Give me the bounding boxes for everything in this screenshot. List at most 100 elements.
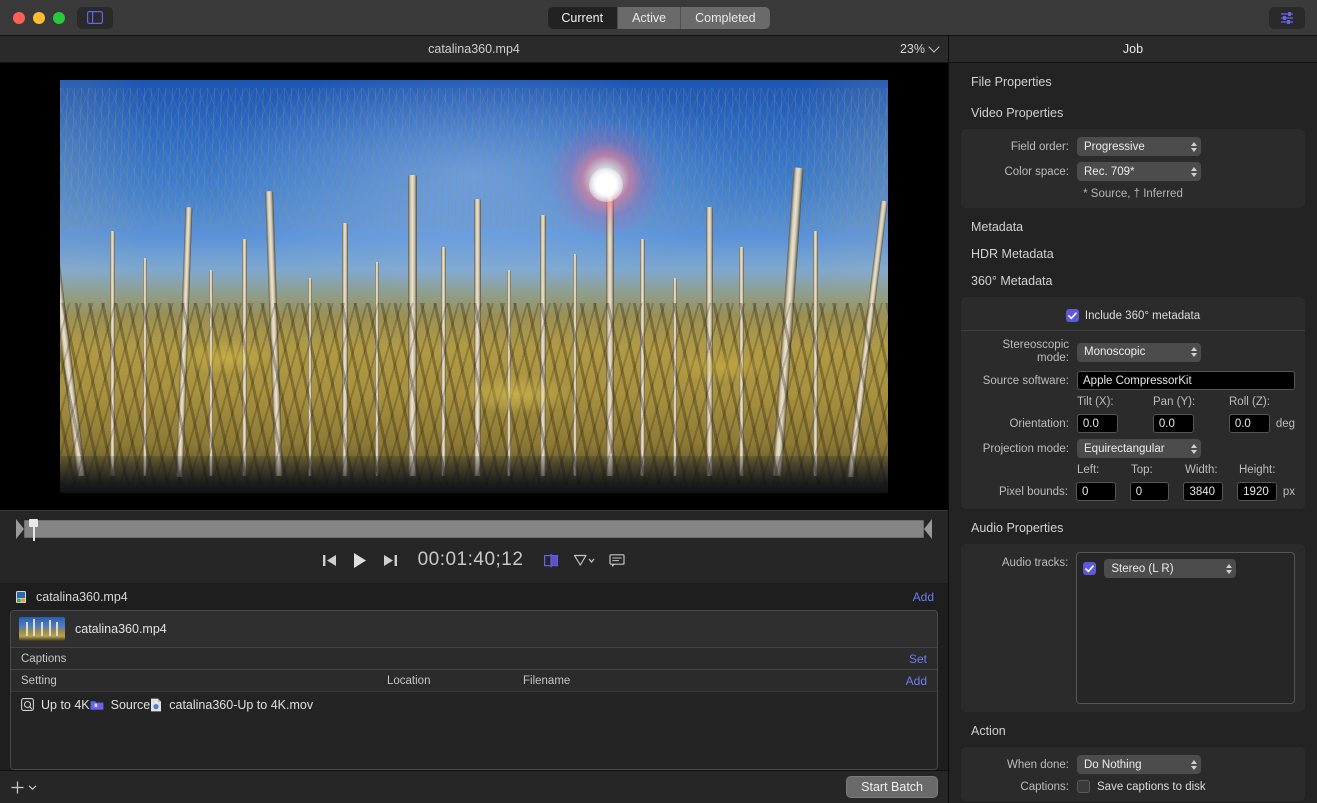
skip-to-end-button[interactable] <box>382 553 398 568</box>
section-audio-properties[interactable]: Audio Properties <box>961 509 1305 544</box>
bounds-top-input[interactable]: 0 <box>1129 482 1170 501</box>
pixel-bounds-headers: Left: Top: Width: Height: <box>971 464 1295 476</box>
bounds-height-input[interactable]: 1920 <box>1237 482 1277 501</box>
sun-core <box>589 168 624 203</box>
in-point-marker[interactable] <box>14 519 24 539</box>
stereoscopic-mode-value: Monoscopic <box>1084 346 1146 358</box>
section-hdr-metadata[interactable]: HDR Metadata <box>961 243 1305 270</box>
output-columns-header: Setting Location Filename Add <box>11 669 937 691</box>
zoom-level-value: 23% <box>899 42 925 56</box>
job-thumbnail <box>19 617 65 641</box>
segment-completed[interactable]: Completed <box>681 7 769 29</box>
segment-current[interactable]: Current <box>547 6 619 29</box>
checkmark-icon <box>1068 311 1077 319</box>
projection-mode-select[interactable]: Equirectangular <box>1077 439 1201 458</box>
output-add-button[interactable]: Add <box>906 674 927 688</box>
column-location: Location <box>387 674 431 687</box>
output-location-cell: Source <box>90 697 151 712</box>
output-setting-cell: Up to 4K <box>21 698 90 712</box>
section-360-metadata[interactable]: 360° Metadata <box>961 270 1305 297</box>
pixel-bounds-unit: px <box>1282 485 1296 498</box>
audio-track-value: Stereo (L R) <box>1111 562 1174 575</box>
batch-panel: catalina360.mp4 Add catalina360.mp4 Capt… <box>0 583 948 803</box>
batch-footer: Start Batch <box>0 770 948 803</box>
preview-viewer[interactable] <box>0 63 948 510</box>
section-action[interactable]: Action <box>961 712 1305 747</box>
marker-menu-button[interactable] <box>573 553 595 568</box>
split-view-button[interactable] <box>543 553 559 568</box>
skip-to-start-button[interactable] <box>322 553 338 568</box>
sliders-icon <box>1280 12 1293 24</box>
top-header: Top: <box>1131 464 1153 476</box>
inspector-pane: Job File Properties Video Properties Fie… <box>949 36 1317 803</box>
source-software-row: Source software: Apple CompressorKit <box>971 371 1295 390</box>
inspector-header: Job <box>949 36 1317 63</box>
save-captions-checkbox[interactable] <box>1077 780 1090 793</box>
captions-set-button[interactable]: Set <box>909 652 927 666</box>
output-filename-text: catalina360-Up to 4K.mov <box>169 697 314 712</box>
preview-image <box>60 80 888 493</box>
start-batch-button[interactable]: Start Batch <box>846 776 938 798</box>
when-done-select[interactable]: Do Nothing <box>1077 755 1201 774</box>
audio-tracks-label: Audio tracks: <box>1001 557 1069 569</box>
job-add-button[interactable]: Add <box>913 590 934 604</box>
playhead[interactable] <box>29 519 38 541</box>
transport-controls: 00:01:40;12 <box>0 510 948 583</box>
stepper-arrows-icon <box>1181 347 1197 357</box>
pixel-bounds-row: Pixel bounds: 0 0 3840 1920 px <box>971 482 1295 501</box>
section-file-properties[interactable]: File Properties <box>961 63 1305 98</box>
captions-row: Captions Set <box>11 647 937 669</box>
close-window-button[interactable] <box>13 11 25 24</box>
list-item[interactable]: Stereo (L R) <box>1083 559 1288 578</box>
add-job-button[interactable] <box>10 780 37 795</box>
orientation-label: Orientation: <box>1009 417 1069 430</box>
table-row[interactable]: Up to 4K Source catalina360-Up to 4K.mov <box>11 691 937 717</box>
source-software-input[interactable]: Apple CompressorKit <box>1077 371 1295 390</box>
sidebar-toggle-button[interactable] <box>77 6 113 29</box>
metadata-360-group: Include 360° metadata Stereoscopic mode:… <box>961 297 1305 509</box>
plus-icon <box>11 781 24 793</box>
include-360-metadata-row[interactable]: Include 360° metadata <box>961 303 1305 331</box>
inspector-toggle-button[interactable] <box>1269 6 1305 29</box>
pan-header: Pan (Y): <box>1153 396 1196 408</box>
bounds-width-input[interactable]: 3840 <box>1183 482 1224 501</box>
section-video-properties[interactable]: Video Properties <box>961 98 1305 129</box>
tilt-x-input[interactable]: 0.0 <box>1076 414 1118 433</box>
zoom-level-control[interactable]: 23% <box>899 41 940 56</box>
equirect-warp-left <box>60 80 185 493</box>
pan-y-input[interactable]: 0.0 <box>1152 414 1194 433</box>
segment-active[interactable]: Active <box>618 6 682 29</box>
out-point-marker[interactable] <box>924 519 934 539</box>
scrubber-row[interactable] <box>14 518 934 541</box>
section-metadata[interactable]: Metadata <box>961 208 1305 243</box>
minimize-window-button[interactable] <box>33 11 45 24</box>
audio-tracks-list[interactable]: Stereo (L R) <box>1076 552 1295 704</box>
job-name: catalina360.mp4 <box>36 589 128 604</box>
batch-state-segmented-control[interactable]: Current Active Completed <box>547 6 770 29</box>
zoom-window-button[interactable] <box>53 11 65 24</box>
captions-button[interactable] <box>609 553 626 568</box>
play-button[interactable] <box>352 552 368 569</box>
scrubber-track[interactable] <box>24 519 924 541</box>
timecode-display[interactable]: 00:01:40;12 <box>418 549 524 571</box>
compressor-window: Current Active Completed catalina360.mp4… <box>0 0 1317 803</box>
window-controls <box>13 11 65 24</box>
bounds-left-input[interactable]: 0 <box>1076 482 1116 501</box>
field-order-select[interactable]: Progressive <box>1077 137 1201 156</box>
audio-track-checkbox[interactable] <box>1083 562 1097 575</box>
save-captions-row: Captions: Save captions to disk <box>971 780 1295 793</box>
job-card[interactable]: catalina360.mp4 Captions Set Setting Loc… <box>10 610 938 770</box>
job-header-row: catalina360.mp4 Add <box>0 583 948 610</box>
stepper-arrows-icon <box>1216 563 1233 574</box>
stepper-arrows-icon <box>1181 141 1197 152</box>
when-done-value: Do Nothing <box>1084 758 1142 771</box>
output-location-name: Source <box>110 697 151 712</box>
audio-tracks-row: Audio tracks: Stereo (L R) <box>971 552 1295 704</box>
stereoscopic-mode-select[interactable]: Monoscopic <box>1077 342 1201 362</box>
audio-track-select[interactable]: Stereo (L R) <box>1104 559 1237 578</box>
color-space-select[interactable]: Rec. 709* <box>1077 162 1201 181</box>
include-360-metadata-checkbox[interactable] <box>1065 309 1079 322</box>
color-space-row: Color space: Rec. 709* <box>971 162 1295 181</box>
roll-z-input[interactable]: 0.0 <box>1228 414 1270 433</box>
stereoscopic-mode-label: Stereoscopic mode: <box>1002 339 1069 364</box>
